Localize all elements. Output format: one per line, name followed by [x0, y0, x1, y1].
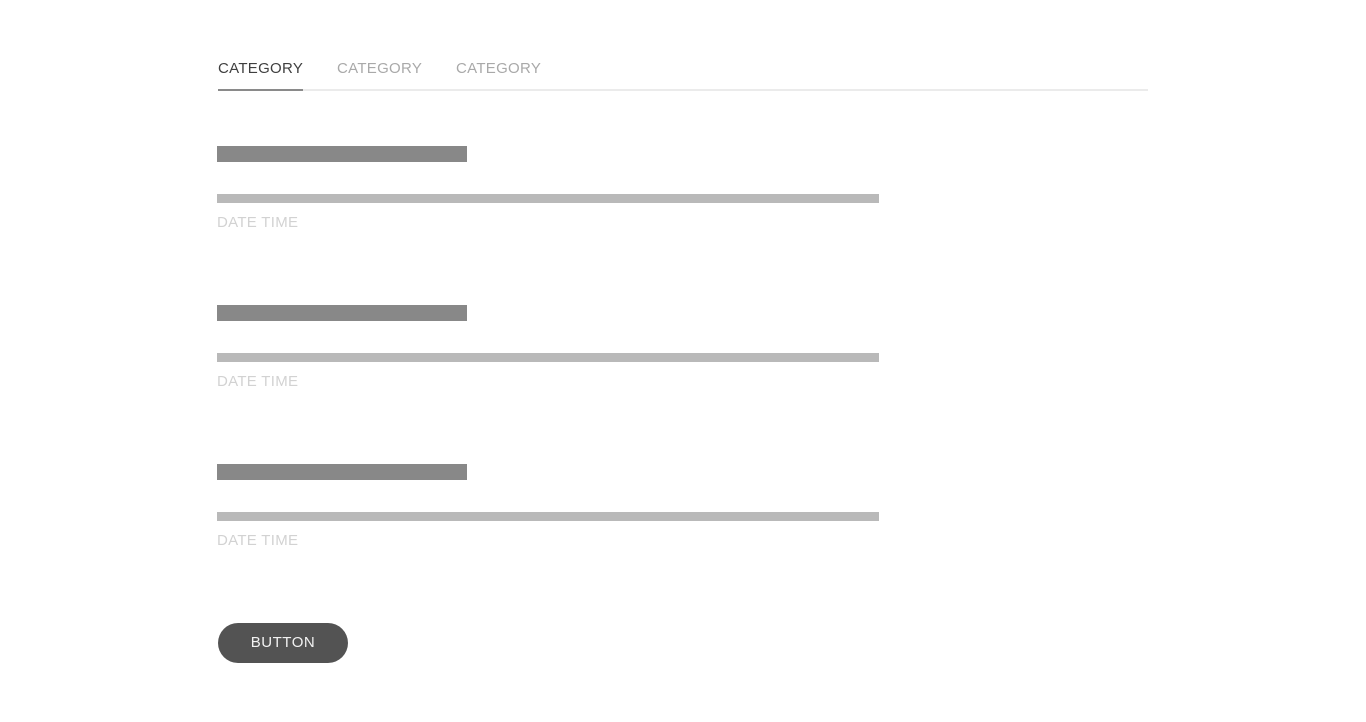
list-item[interactable]: DATE TIME: [217, 305, 879, 405]
item-date-time: DATE TIME: [217, 214, 299, 231]
primary-button[interactable]: BUTTON: [218, 623, 348, 663]
category-tabs: CATEGORY CATEGORY CATEGORY: [218, 52, 1148, 91]
tab-category-3[interactable]: CATEGORY: [456, 52, 541, 89]
item-date-time: DATE TIME: [217, 373, 299, 390]
list-item[interactable]: DATE TIME: [217, 146, 879, 246]
item-date-time: DATE TIME: [217, 532, 299, 549]
item-text-placeholder: [217, 353, 879, 362]
item-title-placeholder: [217, 305, 467, 321]
tab-category-2[interactable]: CATEGORY: [337, 52, 422, 89]
item-text-placeholder: [217, 194, 879, 203]
item-title-placeholder: [217, 464, 467, 480]
tab-category-1[interactable]: CATEGORY: [218, 52, 304, 91]
item-title-placeholder: [217, 146, 467, 162]
list-item[interactable]: DATE TIME: [217, 464, 879, 564]
item-text-placeholder: [217, 512, 879, 521]
